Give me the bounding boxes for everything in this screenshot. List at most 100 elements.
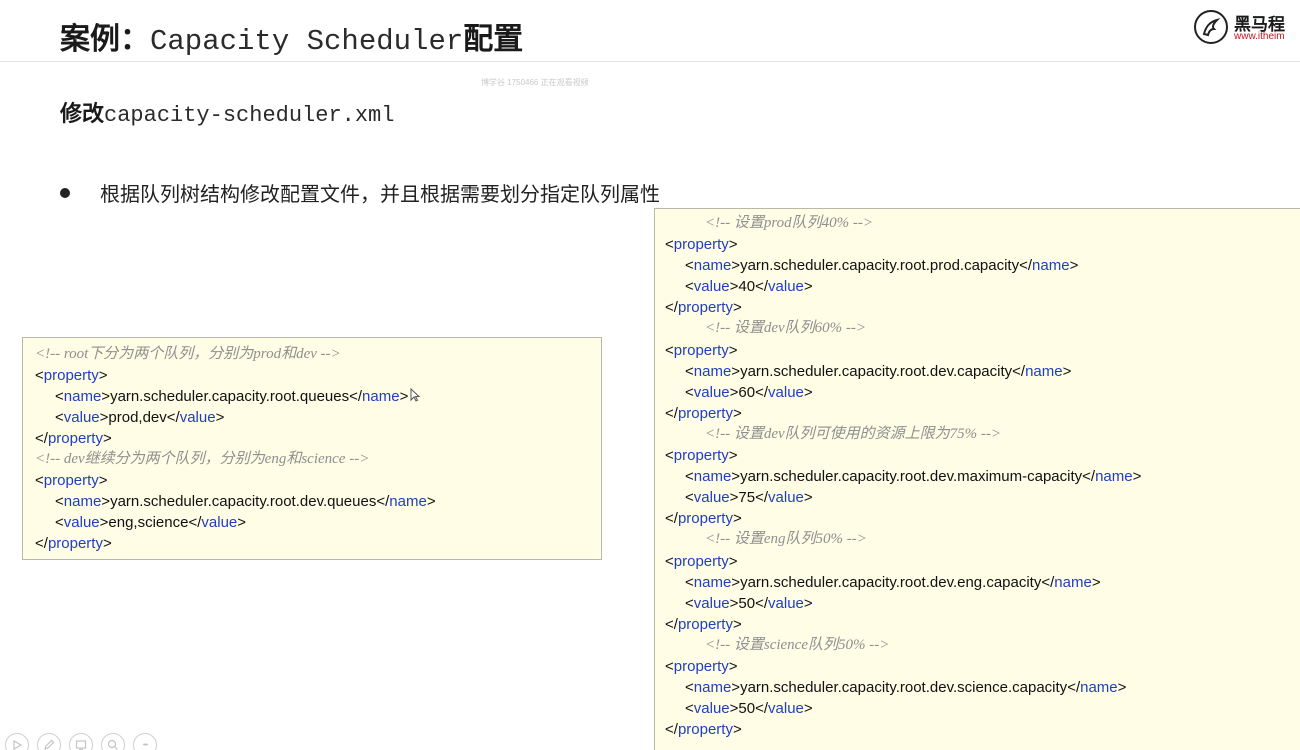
xml-tag: property	[47, 535, 103, 552]
code-line: <property>	[665, 657, 738, 675]
xml-tag: value	[768, 700, 804, 718]
code-line: <value>eng,science</value>	[55, 514, 247, 531]
code-comment: <!-- 设置eng队列50% -->	[705, 531, 867, 548]
code-line: </property>	[665, 404, 742, 422]
code-line: <property>	[665, 552, 738, 570]
xml-tag: name	[63, 493, 102, 510]
code-box-capacities: <!-- 设置prod队列40% --> <property> <name>ya…	[654, 208, 1300, 750]
xml-tag: name	[1025, 362, 1063, 380]
header-divider	[0, 61, 1300, 62]
xml-tag: property	[673, 552, 729, 570]
xml-value: prod,dev	[108, 409, 167, 426]
code-line: <property>	[665, 236, 738, 254]
xml-tag: value	[693, 700, 730, 718]
code-line: <value>75</value>	[685, 489, 813, 507]
title-prefix: 案例：	[60, 22, 150, 57]
xml-name-value: yarn.scheduler.capacity.root.dev.maximum…	[740, 468, 1083, 486]
screen-icon[interactable]	[69, 733, 93, 750]
bullet-dot-icon	[60, 187, 70, 198]
code-line: <name>yarn.scheduler.capacity.root.dev.e…	[685, 573, 1101, 591]
xml-value: eng,science	[108, 514, 189, 531]
xml-tag: property	[677, 615, 733, 633]
code-line: </property>	[665, 721, 742, 739]
code-comment: <!-- 设置dev队列60% -->	[705, 320, 867, 337]
xml-tag: property	[673, 341, 729, 359]
code-line: <property>	[35, 472, 108, 489]
logo-url: www.itheim	[1234, 31, 1285, 42]
code-line: <value>50</value>	[685, 700, 813, 718]
code-line: <value>50</value>	[685, 594, 813, 612]
code-line: <name>yarn.scheduler.capacity.root.dev.s…	[685, 679, 1127, 697]
page-title: 案例： Capacity Scheduler 配置	[60, 14, 523, 58]
xml-tag: value	[63, 409, 100, 426]
xml-value: 50	[738, 594, 756, 612]
xml-tag: property	[677, 721, 733, 739]
pen-icon[interactable]	[37, 733, 61, 750]
xml-tag: property	[677, 510, 733, 528]
xml-tag: value	[768, 383, 804, 401]
title-code: Capacity Scheduler	[150, 25, 464, 58]
xml-tag: value	[693, 489, 730, 507]
xml-tag: value	[768, 278, 804, 296]
code-line: <property>	[665, 447, 738, 465]
xml-tag: value	[693, 278, 730, 296]
bullet-item: 根据队列树结构修改配置文件，并且根据需要划分指定队列属性	[60, 178, 660, 207]
xml-tag: value	[768, 489, 804, 507]
xml-tag: value	[201, 514, 238, 531]
subtitle-prefix: 修改	[60, 102, 105, 127]
brand-logo: 黑马程 www.itheim	[1194, 8, 1300, 48]
code-line: <value>prod,dev</value>	[55, 409, 225, 426]
more-label: •••	[142, 741, 148, 749]
xml-tag: property	[673, 447, 729, 465]
code-line: <name>yarn.scheduler.capacity.root.dev.q…	[55, 493, 436, 510]
xml-tag: name	[693, 257, 732, 275]
xml-tag: name	[1032, 257, 1070, 275]
code-line: <name>yarn.scheduler.capacity.root.dev.m…	[685, 468, 1142, 486]
code-comment: <!-- 设置prod队列40% -->	[705, 215, 873, 231]
code-box-queues: <!-- root下分为两个队列，分别为prod和dev --> <proper…	[22, 337, 602, 560]
bullet-text: 根据队列树结构修改配置文件，并且根据需要划分指定队列属性	[100, 182, 660, 206]
code-line: </property>	[665, 299, 742, 317]
horse-logo-icon	[1194, 10, 1228, 44]
subtitle: 修改 capacity-scheduler.xml	[60, 96, 394, 128]
title-suffix: 配置	[463, 22, 524, 57]
xml-tag: name	[693, 573, 732, 591]
xml-tag: name	[693, 679, 732, 697]
presentation-toolbar: •••	[5, 733, 157, 750]
code-line: <value>60</value>	[685, 383, 813, 401]
xml-name-value: yarn.scheduler.capacity.root.dev.eng.cap…	[740, 573, 1042, 591]
code-comment: <!-- 设置dev队列可使用的资源上限为75% -->	[705, 425, 1002, 442]
more-icon[interactable]: •••	[133, 733, 157, 750]
xml-value: 60	[738, 383, 756, 401]
xml-tag: value	[63, 514, 100, 531]
code-line: </property>	[35, 430, 112, 447]
xml-name-value: yarn.scheduler.capacity.root.prod.capaci…	[740, 257, 1020, 275]
code-line: </property>	[35, 535, 112, 552]
xml-tag: property	[43, 472, 99, 489]
code-comment: <!-- dev继续分为两个队列，分别为eng和science -->	[35, 451, 370, 467]
xml-tag: value	[768, 594, 804, 612]
watermark: 博学谷 1750466 正在观看视频	[481, 78, 589, 87]
xml-tag: name	[693, 468, 732, 486]
code-line: <value>40</value>	[685, 278, 813, 296]
xml-tag: name	[63, 388, 102, 405]
xml-tag: name	[1080, 679, 1118, 697]
xml-value: 50	[738, 700, 756, 718]
subtitle-filename: capacity-scheduler.xml	[104, 103, 395, 128]
code-comment: <!-- root下分为两个队列，分别为prod和dev -->	[35, 346, 341, 362]
code-line: </property>	[665, 510, 742, 528]
xml-tag: property	[677, 404, 733, 422]
xml-tag: property	[673, 657, 729, 675]
mouse-cursor-icon	[410, 387, 421, 408]
play-icon[interactable]	[5, 733, 29, 750]
code-line: <property>	[35, 367, 108, 384]
xml-name-value: yarn.scheduler.capacity.root.dev.queues	[110, 493, 377, 510]
xml-tag: name	[693, 362, 732, 380]
xml-tag: name	[1054, 573, 1092, 591]
xml-tag: property	[47, 430, 103, 447]
xml-tag: name	[389, 493, 427, 510]
xml-tag: property	[43, 367, 99, 384]
xml-tag: value	[693, 594, 730, 612]
zoom-icon[interactable]	[101, 733, 125, 750]
xml-value: 75	[738, 489, 756, 507]
